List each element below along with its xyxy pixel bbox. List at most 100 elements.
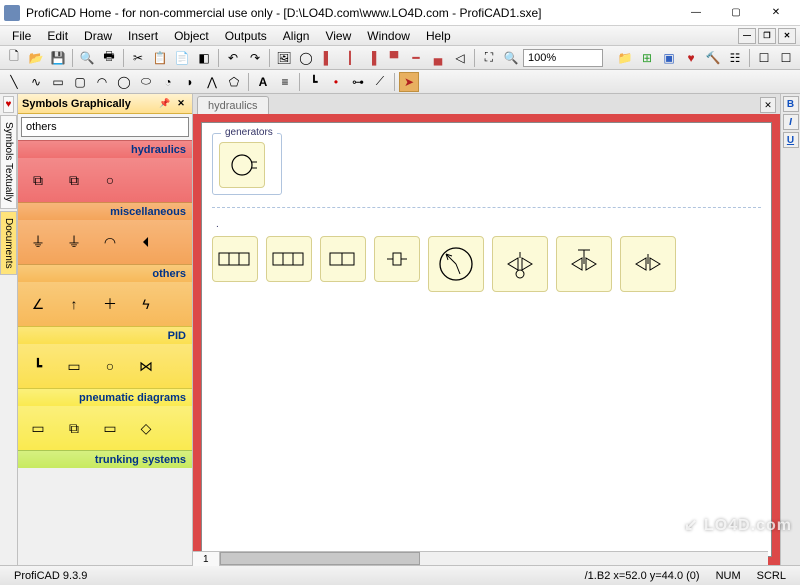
mdi-close-button[interactable]: ✕ bbox=[778, 28, 796, 44]
rect-icon[interactable]: ▭ bbox=[48, 72, 68, 92]
hydraulics-sym-1[interactable]: ⧉ bbox=[24, 166, 52, 194]
polygon-icon[interactable]: ⬠ bbox=[224, 72, 244, 92]
gauge-symbol[interactable] bbox=[428, 236, 484, 292]
ellipse-icon[interactable]: ◯ bbox=[296, 48, 316, 68]
link-icon[interactable]: ⟋ bbox=[370, 72, 390, 92]
symbols-textually-tab[interactable]: Symbols Textually bbox=[0, 115, 17, 209]
hammer-icon[interactable]: 🔨 bbox=[703, 48, 723, 68]
text-block-icon[interactable]: ≡ bbox=[275, 72, 295, 92]
drawing-canvas[interactable]: generators . bbox=[201, 122, 772, 557]
pneu-sym-2[interactable]: ⧉ bbox=[60, 414, 88, 442]
align-top-icon[interactable]: ▀ bbox=[384, 48, 404, 68]
close-button[interactable]: ✕ bbox=[756, 2, 796, 24]
toggle-b-icon[interactable]: ☐ bbox=[776, 48, 796, 68]
maximize-button[interactable]: ▢ bbox=[716, 2, 756, 24]
category-hydraulics[interactable]: hydraulics ⧉ ⧉ ○ bbox=[18, 140, 192, 202]
align-right-icon[interactable]: ▐ bbox=[362, 48, 382, 68]
align-center-h-icon[interactable]: ┃ bbox=[340, 48, 360, 68]
menu-view[interactable]: View bbox=[317, 27, 359, 45]
cut-icon[interactable]: ✂ bbox=[128, 48, 148, 68]
underline-button[interactable]: U bbox=[783, 132, 799, 148]
line-icon[interactable]: ╲ bbox=[4, 72, 24, 92]
erase-icon[interactable]: ◧ bbox=[194, 48, 214, 68]
valve-symbol-4[interactable] bbox=[374, 236, 420, 282]
valve-symbol-2[interactable] bbox=[266, 236, 312, 282]
valve-symbol-3[interactable] bbox=[320, 236, 366, 282]
pie-icon[interactable]: ◔ bbox=[158, 72, 178, 92]
misc-sym-2[interactable]: ⏚ bbox=[60, 228, 88, 256]
misc-sym-3[interactable]: ◠ bbox=[96, 228, 124, 256]
pneu-sym-3[interactable]: ▭ bbox=[96, 414, 124, 442]
category-pid[interactable]: PID ┗ ▭ ○ ⋈ bbox=[18, 326, 192, 388]
valve-symbol-1[interactable] bbox=[212, 236, 258, 282]
category-trunking[interactable]: trunking systems bbox=[18, 450, 192, 468]
menu-window[interactable]: Window bbox=[359, 27, 418, 45]
generator-symbol[interactable] bbox=[219, 142, 265, 188]
pid-sym-1[interactable]: ┗ bbox=[24, 352, 52, 380]
heart-icon[interactable]: ♥ bbox=[681, 48, 701, 68]
category-others[interactable]: others ∠ ↑ ＋ ϟ bbox=[18, 264, 192, 326]
others-sym-3[interactable]: ＋ bbox=[96, 290, 124, 318]
redo-icon[interactable]: ↷ bbox=[245, 48, 265, 68]
flip-h-icon[interactable]: ◁ bbox=[450, 48, 470, 68]
valve-symbol-6[interactable] bbox=[556, 236, 612, 292]
category-combo[interactable] bbox=[21, 117, 189, 137]
category-pneumatic[interactable]: pneumatic diagrams ▭ ⧉ ▭ ◇ bbox=[18, 388, 192, 450]
valve-symbol-5[interactable] bbox=[492, 236, 548, 292]
hydraulics-sym-3[interactable]: ○ bbox=[96, 166, 124, 194]
save-icon[interactable]: 💾 bbox=[48, 48, 68, 68]
document-tab[interactable]: hydraulics bbox=[197, 96, 269, 114]
pneu-sym-4[interactable]: ◇ bbox=[132, 414, 160, 442]
circle-icon[interactable]: ◯ bbox=[114, 72, 134, 92]
documents-tab[interactable]: Documents bbox=[0, 211, 17, 276]
copy-icon[interactable]: 📋 bbox=[150, 48, 170, 68]
wire-icon[interactable]: ┗ bbox=[304, 72, 324, 92]
properties-icon[interactable]: ☷ bbox=[725, 48, 745, 68]
minimize-button[interactable]: — bbox=[676, 2, 716, 24]
menu-align[interactable]: Align bbox=[275, 27, 318, 45]
menu-draw[interactable]: Draw bbox=[76, 27, 120, 45]
menu-insert[interactable]: Insert bbox=[120, 27, 166, 45]
image-icon[interactable]: 🖼 bbox=[274, 48, 294, 68]
sheet-tab[interactable]: 1 bbox=[193, 552, 220, 566]
align-bottom-icon[interactable]: ▄ bbox=[428, 48, 448, 68]
valve-symbol-7[interactable] bbox=[620, 236, 676, 292]
paste-icon[interactable]: 📄 bbox=[172, 48, 192, 68]
pointer-icon[interactable]: ➤ bbox=[399, 72, 419, 92]
hydraulics-sym-2[interactable]: ⧉ bbox=[60, 166, 88, 194]
pid-sym-2[interactable]: ▭ bbox=[60, 352, 88, 380]
layers-icon[interactable]: ▣ bbox=[659, 48, 679, 68]
others-sym-2[interactable]: ↑ bbox=[60, 290, 88, 318]
zoom-icon[interactable]: 🔍 bbox=[501, 48, 521, 68]
pin-icon[interactable]: 📌 bbox=[158, 97, 172, 111]
connection-icon[interactable]: ⊶ bbox=[348, 72, 368, 92]
hscrollbar[interactable] bbox=[220, 552, 768, 565]
pid-sym-3[interactable]: ○ bbox=[96, 352, 124, 380]
pneu-sym-1[interactable]: ▭ bbox=[24, 414, 52, 442]
others-sym-1[interactable]: ∠ bbox=[24, 290, 52, 318]
text-icon[interactable]: A bbox=[253, 72, 273, 92]
print-preview-icon[interactable]: 🔍 bbox=[77, 48, 97, 68]
misc-sym-4[interactable]: ⏴ bbox=[132, 228, 160, 256]
rounded-rect-icon[interactable]: ▢ bbox=[70, 72, 90, 92]
ellipse2-icon[interactable]: ⬭ bbox=[136, 72, 156, 92]
category-miscellaneous[interactable]: miscellaneous ⏚ ⏚ ◠ ⏴ bbox=[18, 202, 192, 264]
panel-close-icon[interactable]: ✕ bbox=[174, 97, 188, 111]
menu-file[interactable]: File bbox=[4, 27, 39, 45]
polyline-icon[interactable]: ⋀ bbox=[202, 72, 222, 92]
mdi-minimize-button[interactable]: — bbox=[738, 28, 756, 44]
document-close-icon[interactable]: ✕ bbox=[760, 97, 776, 113]
undo-icon[interactable]: ↶ bbox=[223, 48, 243, 68]
new-icon[interactable]: 🗋 bbox=[4, 48, 24, 68]
zoom-fit-icon[interactable]: ⛶ bbox=[479, 48, 499, 68]
zoom-combo[interactable] bbox=[523, 49, 603, 67]
mdi-restore-button[interactable]: ❐ bbox=[758, 28, 776, 44]
junction-icon[interactable]: • bbox=[326, 72, 346, 92]
menu-outputs[interactable]: Outputs bbox=[217, 27, 275, 45]
misc-sym-1[interactable]: ⏚ bbox=[24, 228, 52, 256]
favorites-tab[interactable]: ♥ bbox=[3, 96, 15, 113]
bold-button[interactable]: B bbox=[783, 96, 799, 112]
toggle-a-icon[interactable]: ☐ bbox=[754, 48, 774, 68]
open-icon[interactable]: 📂 bbox=[26, 48, 46, 68]
tree-icon[interactable]: ⊞ bbox=[637, 48, 657, 68]
